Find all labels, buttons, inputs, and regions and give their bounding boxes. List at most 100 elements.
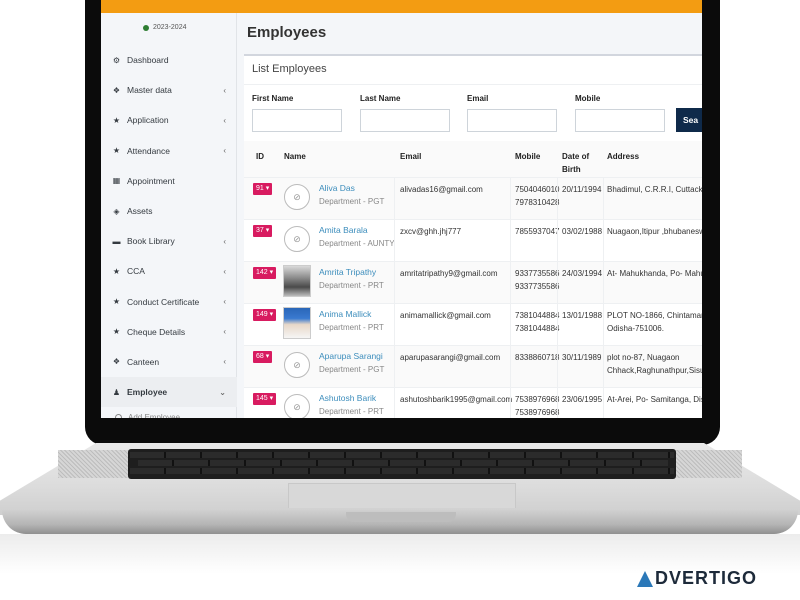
sidebar-item-conduct-certificate[interactable]: ★ Conduct Certificate ‹ (101, 287, 237, 317)
star-icon: ★ (112, 266, 121, 276)
employee-email: alivadas16@gmail.com (400, 185, 483, 194)
sidebar-item-label: Book Library (127, 236, 175, 247)
chevron-left-icon[interactable]: ‹ (223, 237, 226, 246)
employee-photo (283, 265, 311, 297)
email-input[interactable] (467, 109, 557, 132)
column-header-email[interactable]: Email (400, 150, 421, 163)
employee-email: ashutoshbarik1995@gmail.com (400, 395, 513, 404)
keyboard (128, 449, 676, 479)
laptop-screen: 2023-2024 ⚙ Dashboard ❖ Master data ‹ ★ Applic… (101, 0, 702, 418)
employee-photo (283, 307, 311, 339)
employee-name-link[interactable]: Aliva Das (319, 183, 355, 193)
column-divider (510, 178, 511, 219)
column-divider (603, 304, 604, 345)
sidebar-item-assets[interactable]: ◈ Assets (101, 196, 237, 226)
sidebar-item-cheque-details[interactable]: ★ Cheque Details ‹ (101, 317, 237, 347)
sidebar-item-label: Master data (127, 85, 172, 96)
main-content: Employees List Employees First Name Last… (238, 13, 702, 418)
chevron-left-icon[interactable]: ‹ (223, 146, 226, 155)
employee-address: At- Mahukhanda, Po- Mahuk (607, 269, 702, 278)
academic-year-label: 2023-2024 (153, 24, 187, 31)
lid-notch (346, 512, 456, 522)
column-divider (557, 304, 558, 345)
circle-icon (115, 413, 122, 418)
chevron-left-icon[interactable]: ‹ (223, 86, 226, 95)
id-dropdown-badge[interactable]: 91 ▾ (253, 183, 273, 195)
chevron-left-icon[interactable]: ‹ (223, 327, 226, 336)
logo-text: DVERTIGO (655, 568, 758, 588)
key-row (130, 452, 674, 458)
sidebar-item-label: Dashboard (127, 55, 169, 66)
mobile-input[interactable] (575, 109, 665, 132)
chevron-down-icon[interactable]: ⌄ (219, 388, 226, 397)
star-icon: ★ (112, 327, 121, 337)
sidebar-item-attendance[interactable]: ★ Attendance ‹ (101, 136, 237, 166)
column-divider (394, 388, 395, 418)
table-header: ID Name Email Mobile Date of Birth Addre… (244, 141, 702, 178)
last-name-input[interactable] (360, 109, 450, 132)
sidebar-item-appointment[interactable]: ▦ Appointment (101, 166, 237, 196)
employee-mobile-alt: 9337735586 (515, 282, 560, 291)
column-header-mobile[interactable]: Mobile (515, 150, 540, 163)
column-divider (394, 178, 395, 219)
column-header-name[interactable]: Name (284, 150, 306, 163)
employee-name-link[interactable]: Amita Barala (319, 225, 368, 235)
no-photo-icon: ⊘ (284, 394, 310, 418)
sidebar-item-cca[interactable]: ★ CCA ‹ (101, 256, 237, 286)
employee-mobile: 7855937047 (515, 227, 560, 236)
id-dropdown-badge[interactable]: 145 ▾ (253, 393, 277, 405)
employee-name-link[interactable]: Anima Mallick (319, 309, 371, 319)
search-button[interactable]: Sea (676, 108, 702, 132)
sidebar-item-label: Employee (127, 387, 168, 398)
chevron-left-icon[interactable]: ‹ (223, 297, 226, 306)
employee-address-line2: Odisha-751006. (607, 324, 664, 333)
id-dropdown-badge[interactable]: 68 ▾ (253, 351, 273, 363)
column-header-id[interactable]: ID (256, 150, 264, 163)
column-divider (510, 346, 511, 387)
sidebar-subitem-add-employee[interactable]: Add Employee (101, 407, 237, 418)
employees-table: ID Name Email Mobile Date of Birth Addre… (244, 141, 702, 418)
first-name-input[interactable] (252, 109, 342, 132)
sidebar-item-label: Attendance (127, 145, 171, 156)
cubes-icon: ❖ (112, 85, 121, 95)
employee-department: Department - PGT (319, 197, 385, 206)
no-photo-icon: ⊘ (284, 226, 310, 252)
employee-name-link[interactable]: Ashutosh Barik (319, 393, 376, 403)
column-divider (510, 388, 511, 418)
book-icon: ▬ (112, 236, 121, 246)
column-divider (394, 262, 395, 303)
employee-name-link[interactable]: Aparupa Sarangi (319, 351, 383, 361)
id-dropdown-badge[interactable]: 142 ▾ (253, 267, 277, 279)
chevron-left-icon[interactable]: ‹ (223, 116, 226, 125)
star-icon: ★ (112, 146, 121, 156)
column-divider (557, 262, 558, 303)
sidebar-item-employee[interactable]: ♟ Employee ⌄ (101, 377, 237, 408)
employee-id: 142 (256, 269, 268, 276)
sidebar-item-master-data[interactable]: ❖ Master data ‹ (101, 75, 237, 105)
table-row: 68 ▾ ⊘ Aparupa Sarangi Department - PGT apar… (244, 346, 702, 388)
employee-department: Department - PGT (319, 365, 385, 374)
id-dropdown-badge[interactable]: 37 ▾ (253, 225, 273, 237)
table-row: 149 ▾ Anima Mallick Department - PRT animam… (244, 304, 702, 346)
column-divider (557, 346, 558, 387)
academic-year: 2023-2024 (143, 24, 186, 31)
table-row: 37 ▾ ⊘ Amita Barala Department - AUNTY zxcv@… (244, 220, 702, 262)
sidebar-item-application[interactable]: ★ Application ‹ (101, 105, 237, 135)
sidebar-item-canteen[interactable]: ❖ Canteen ‹ (101, 347, 237, 377)
chevron-left-icon[interactable]: ‹ (223, 357, 226, 366)
employee-dob: 20/11/1994 (562, 185, 602, 194)
column-divider (510, 304, 511, 345)
trackpad (288, 483, 516, 508)
id-dropdown-badge[interactable]: 149 ▾ (253, 309, 277, 321)
employee-name-link[interactable]: Amrita Tripathy (319, 267, 376, 277)
sidebar: 2023-2024 ⚙ Dashboard ❖ Master data ‹ ★ Applic… (101, 13, 237, 418)
column-divider (394, 220, 395, 261)
column-header-dob[interactable]: Date of Birth (562, 150, 594, 176)
sidebar-item-dashboard[interactable]: ⚙ Dashboard (101, 45, 237, 75)
column-divider (557, 178, 558, 219)
chevron-left-icon[interactable]: ‹ (223, 267, 226, 276)
table-row: 145 ▾ ⊘ Ashutosh Barik Department - PRT ashu… (244, 388, 702, 418)
sidebar-subitem-label: Add Employee (128, 412, 181, 418)
sidebar-item-book-library[interactable]: ▬ Book Library ‹ (101, 226, 237, 256)
column-header-address[interactable]: Address (607, 150, 639, 163)
